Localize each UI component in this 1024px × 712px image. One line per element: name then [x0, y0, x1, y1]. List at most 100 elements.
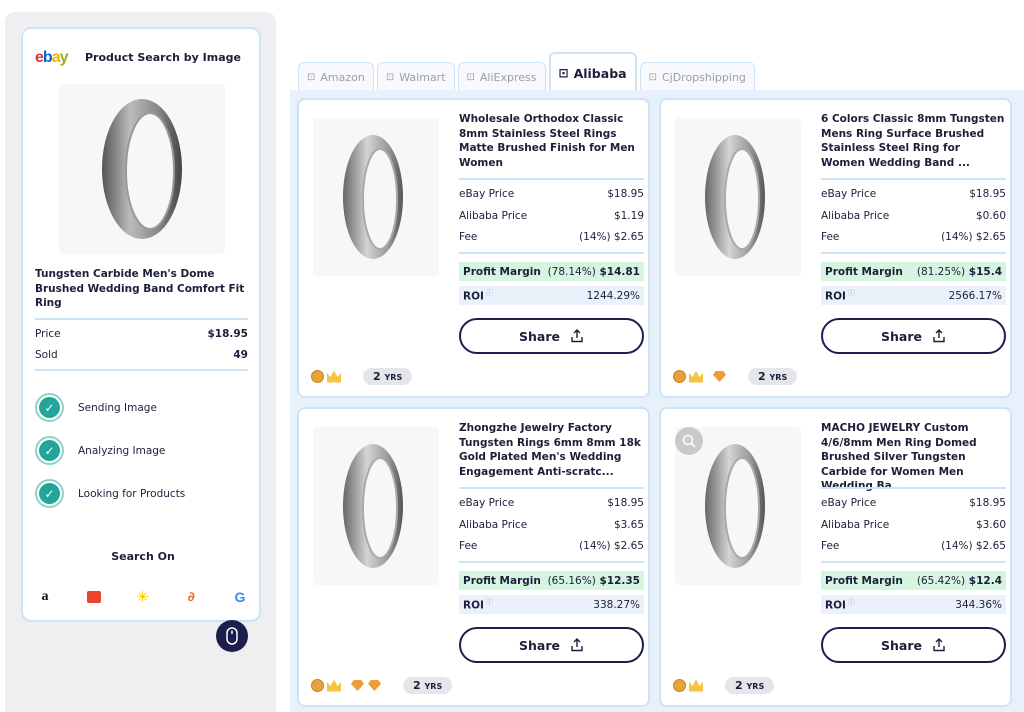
roi-label: ROI: [463, 290, 484, 303]
alibaba-price-value: $3.60: [975, 519, 1006, 531]
result-product-image[interactable]: [313, 118, 439, 276]
crown-icon: [327, 370, 341, 383]
aliexpress-icon[interactable]: [84, 587, 104, 607]
tab-amazon[interactable]: ⊡ Amazon: [298, 62, 374, 92]
profit-margin-percent: (65.42%): [916, 574, 966, 587]
ebay-price-value: $18.95: [969, 188, 1006, 200]
sold-row: Sold 49: [35, 349, 248, 361]
share-button[interactable]: Share: [459, 627, 644, 663]
ebay-price-row: eBay Price $18.95: [459, 188, 644, 200]
info-icon[interactable]: ⓘ: [486, 289, 493, 297]
tab-aliexpress[interactable]: ⊡ AliExpress: [457, 62, 546, 92]
step-label: Sending Image: [78, 401, 157, 414]
walmart-icon[interactable]: ✳: [133, 587, 153, 607]
amazon-icon[interactable]: a: [35, 587, 55, 607]
tab-cjdropshipping[interactable]: ⊡ CjDropshipping: [639, 62, 755, 92]
ebay-price-label: eBay Price: [821, 497, 877, 509]
fee-row: Fee (14%) $2.65: [821, 231, 1006, 243]
roi-row: ROI ⓘ 338.27%: [459, 595, 644, 614]
fee-row: Fee (14%) $2.65: [459, 231, 644, 243]
roi-row: ROI ⓘ 344.36%: [821, 595, 1006, 614]
fee-label: Fee: [459, 540, 478, 552]
roi-label: ROI: [825, 290, 846, 303]
result-card: MACHO JEWELRY Custom 4/6/8mm Men Ring Do…: [659, 407, 1012, 707]
marketplace-tabs: ⊡ Amazon ⊡ Walmart ⊡ AliExpress ⊡ Alibaba ⊡ C…: [298, 52, 758, 92]
years-badge: 2 YRS: [363, 368, 413, 385]
ebay-price-value: $18.95: [969, 497, 1006, 509]
profit-margin-label: Profit Margin: [463, 574, 541, 587]
fee-value: (14%) $2.65: [579, 540, 644, 552]
fee-row: Fee (14%) $2.65: [821, 540, 1006, 552]
ring-image: [705, 135, 765, 259]
ebay-price-label: eBay Price: [459, 188, 515, 200]
alibaba-price-value: $1.19: [613, 210, 644, 222]
info-icon[interactable]: ⓘ: [848, 598, 855, 606]
alibaba-price-value: $0.60: [975, 210, 1006, 222]
years-unit: YRS: [384, 373, 403, 382]
fee-label: Fee: [821, 540, 840, 552]
result-product-image[interactable]: [675, 118, 801, 276]
years-badge: 2 YRS: [725, 677, 775, 694]
fee-label: Fee: [459, 231, 478, 243]
result-product-image[interactable]: [313, 427, 439, 585]
check-icon: ✓: [35, 479, 64, 508]
search-engines-row: a ✳ ∂ G: [35, 587, 250, 607]
years-unit: YRS: [424, 682, 443, 691]
result-card: 6 Colors Classic 8mm Tungsten Mens Ring …: [659, 98, 1012, 398]
result-title[interactable]: Zhongzhe Jewelry Factory Tungsten Rings …: [459, 421, 644, 479]
aliexpress-tab-icon: ⊡: [466, 72, 475, 83]
tab-label: Walmart: [399, 71, 446, 84]
profit-margin-row: Profit Margin (78.14%) $14.81: [459, 262, 644, 281]
result-card: Zhongzhe Jewelry Factory Tungsten Rings …: [297, 407, 650, 707]
ring-image: [705, 444, 765, 568]
divider: [459, 252, 644, 254]
share-icon: [571, 638, 583, 652]
info-icon[interactable]: ⓘ: [848, 289, 855, 297]
zoom-search-icon[interactable]: [675, 427, 703, 455]
diamond-icon: [713, 371, 726, 382]
result-title[interactable]: MACHO JEWELRY Custom 4/6/8mm Men Ring Do…: [821, 421, 1006, 494]
supplier-badges: 2 YRS: [673, 677, 775, 694]
info-icon[interactable]: ⓘ: [486, 598, 493, 606]
divider: [459, 487, 644, 489]
ebay-price-label: eBay Price: [821, 188, 877, 200]
crown-icon: [327, 679, 341, 692]
ebay-logo-letter: e: [35, 49, 44, 66]
roi-value: 1244.29%: [586, 289, 640, 302]
profit-margin-row: Profit Margin (65.42%) $12.4: [821, 571, 1006, 590]
ring-image: [102, 99, 182, 239]
mouse-button[interactable]: [216, 620, 248, 652]
share-button[interactable]: Share: [821, 318, 1006, 354]
share-icon: [571, 329, 583, 343]
roi-row: ROI ⓘ 2566.17%: [821, 286, 1006, 305]
alibaba-price-label: Alibaba Price: [821, 210, 890, 222]
sidebar-panel: ebay Product Search by Image Tungsten Ca…: [21, 27, 261, 622]
alibaba-icon[interactable]: ∂: [181, 587, 201, 607]
ebay-price-row: eBay Price $18.95: [821, 188, 1006, 200]
tab-walmart[interactable]: ⊡ Walmart: [376, 62, 455, 92]
google-icon[interactable]: G: [230, 587, 250, 607]
share-button[interactable]: Share: [459, 318, 644, 354]
roi-value: 338.27%: [593, 598, 640, 611]
result-title[interactable]: Wholesale Orthodox Classic 8mm Stainless…: [459, 112, 644, 170]
divider: [821, 178, 1006, 180]
result-title[interactable]: 6 Colors Classic 8mm Tungsten Mens Ring …: [821, 112, 1006, 170]
fee-label: Fee: [821, 231, 840, 243]
mouse-icon: [226, 627, 238, 645]
ebay-price-label: eBay Price: [459, 497, 515, 509]
profit-margin-percent: (78.14%): [547, 265, 596, 278]
share-label: Share: [519, 637, 560, 653]
product-title: Tungsten Carbide Men's Dome Brushed Wedd…: [35, 268, 245, 309]
alibaba-price-row: Alibaba Price $3.60: [821, 519, 1006, 531]
check-icon: ✓: [35, 393, 64, 422]
share-icon: [933, 638, 945, 652]
product-image: [59, 84, 225, 254]
ring-image: [343, 135, 403, 259]
profit-margin-label: Profit Margin: [825, 574, 903, 587]
profit-margin-value: $14.81: [599, 265, 640, 278]
profit-margin-label: Profit Margin: [463, 265, 541, 278]
tab-alibaba[interactable]: ⊡ Alibaba: [548, 52, 637, 92]
profit-margin-row: Profit Margin (81.25%) $15.4: [821, 262, 1006, 281]
share-label: Share: [519, 328, 560, 344]
share-button[interactable]: Share: [821, 627, 1006, 663]
